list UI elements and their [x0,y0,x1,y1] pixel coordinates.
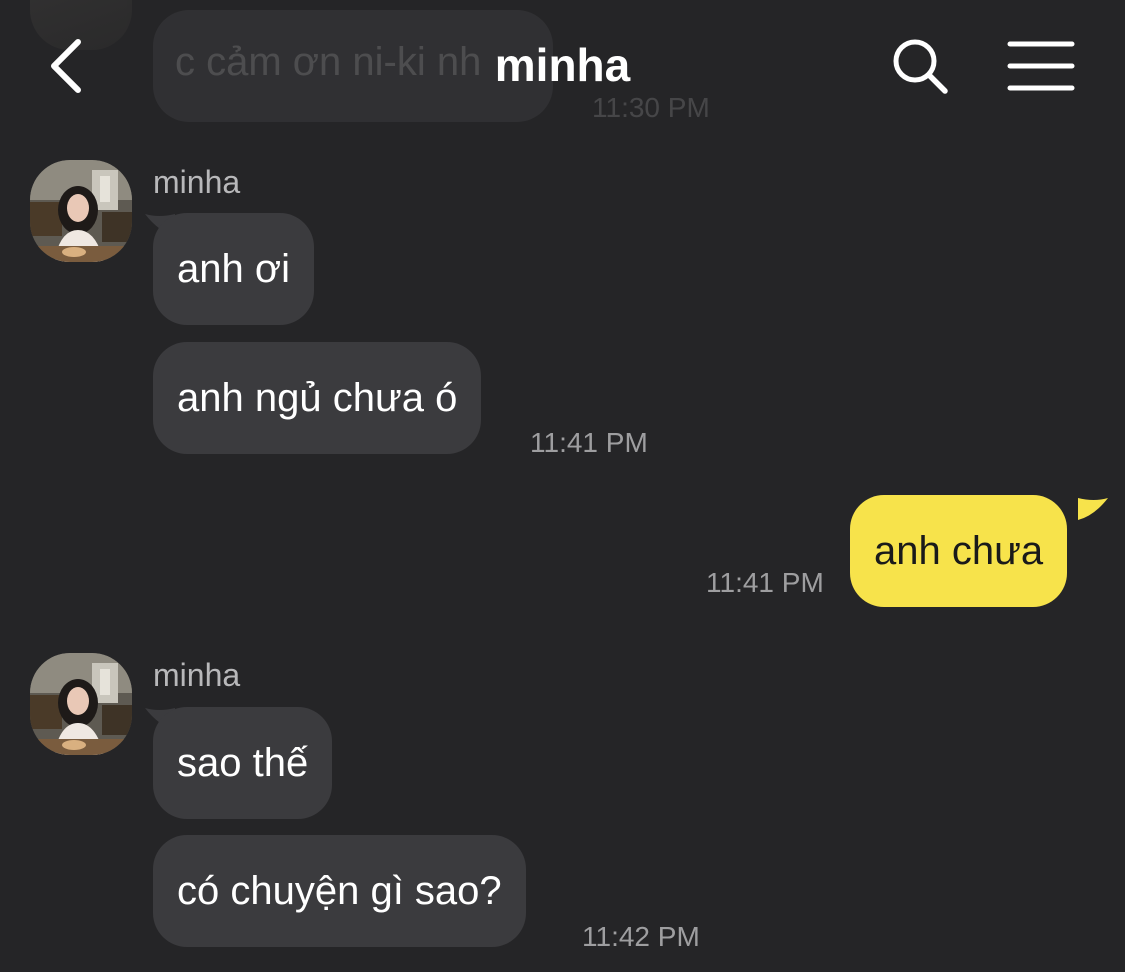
bubble-tail [1078,498,1108,520]
incoming-message-bubble[interactable]: anh ơi [153,213,314,325]
incoming-message-bubble[interactable]: anh ngủ chưa ó [153,342,482,454]
search-icon [893,39,948,94]
search-button[interactable] [888,34,952,98]
avatar-photo [30,653,132,755]
sender-name: minha [153,164,241,200]
message-timestamp: 11:42 PM [582,921,700,952]
incoming-message-bubble[interactable]: sao thế [153,707,333,819]
menu-button[interactable] [1006,38,1076,94]
message-timestamp: 11:41 PM [706,567,824,598]
avatar-photo [30,160,132,262]
previous-message-time: 11:30 PM [592,92,710,123]
chevron-left-icon [51,39,81,93]
previous-message-faded: c cảm ơn ni-ki nh 11:30 PM [0,0,760,130]
avatar[interactable] [30,160,132,262]
back-button[interactable] [40,36,96,96]
message-timestamp: 11:41 PM [530,427,648,458]
incoming-message-bubble[interactable]: có chuyện gì sao? [153,835,526,947]
previous-message-text: c cảm ơn ni-ki nh [175,40,482,84]
sender-name: minha [153,657,241,693]
avatar[interactable] [30,653,132,755]
chat-header: c cảm ơn ni-ki nh 11:30 PM minha [0,0,1125,130]
outgoing-message-bubble[interactable]: anh chưa [850,495,1068,607]
hamburger-menu-icon [1007,41,1075,91]
